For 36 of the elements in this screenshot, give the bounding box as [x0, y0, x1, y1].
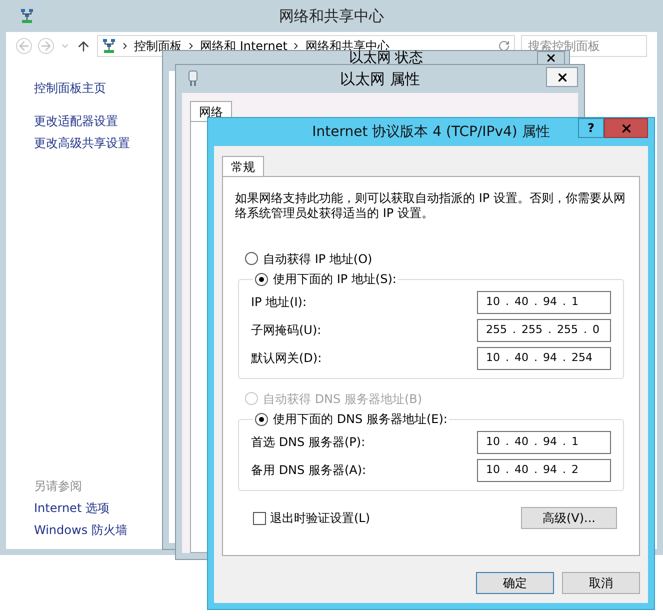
field-label: 首选 DNS 服务器(P):	[251, 434, 366, 451]
field-label: 默认网关(D):	[251, 350, 322, 367]
radio-option[interactable]: 使用下面的 DNS 服务器地址(E):	[255, 410, 448, 428]
sidebar-link[interactable]: 更改高级共享设置	[34, 132, 130, 154]
input-field[interactable]: 10 . 40 . 94 . 1	[477, 430, 611, 454]
sidebar-link[interactable]: 控制面板主页	[34, 77, 106, 99]
input-field[interactable]: 10 . 40 . 94 . 1	[477, 290, 611, 314]
plug-icon	[188, 70, 198, 88]
radio-option[interactable]: 使用下面的 IP 地址(S):	[255, 270, 396, 288]
dialog-title: Internet 协议版本 4 (TCP/IPv4) 属性	[312, 122, 550, 142]
refresh-icon[interactable]	[498, 40, 510, 52]
section-heading: 另请参阅	[34, 478, 83, 495]
close-icon	[620, 122, 632, 134]
tab[interactable]: 常规	[222, 156, 264, 176]
advanced-button[interactable]: 高级(V)...	[521, 507, 617, 529]
window-title: 网络和共享中心	[279, 6, 384, 27]
sidebar-link[interactable]: 更改适配器设置	[34, 110, 118, 132]
close-icon	[545, 52, 557, 64]
field-label: 备用 DNS 服务器(A):	[251, 462, 366, 479]
help-button[interactable]: ?	[578, 118, 604, 138]
close-icon	[556, 70, 568, 84]
checkbox-option[interactable]: 退出时验证设置(L)	[253, 509, 370, 527]
network-icon	[102, 38, 116, 54]
input-field[interactable]: 10 . 40 . 94 . 2	[477, 458, 611, 482]
close-button[interactable]	[546, 67, 578, 87]
input-field[interactable]: 10 . 40 . 94 . 254	[477, 346, 611, 370]
radio-option[interactable]: 自动获得 IP 地址(O)	[245, 250, 372, 268]
dialog-button[interactable]: 确定	[476, 572, 554, 594]
input-field[interactable]: 255 . 255 . 255 . 0	[477, 318, 611, 342]
up-icon[interactable]	[76, 38, 91, 54]
description-text: 如果网络支持此功能，则可以获取自动指派的 IP 设置。否则，你需要从网络系统管理员处获得适当的 IP 设置。	[235, 191, 626, 221]
dialog-button[interactable]: 取消	[562, 572, 640, 594]
window-title: 以太网 属性	[340, 68, 420, 90]
field-label: IP 地址(I):	[251, 294, 307, 311]
field-label: 子网掩码(U):	[251, 322, 322, 339]
network-icon	[20, 8, 34, 24]
